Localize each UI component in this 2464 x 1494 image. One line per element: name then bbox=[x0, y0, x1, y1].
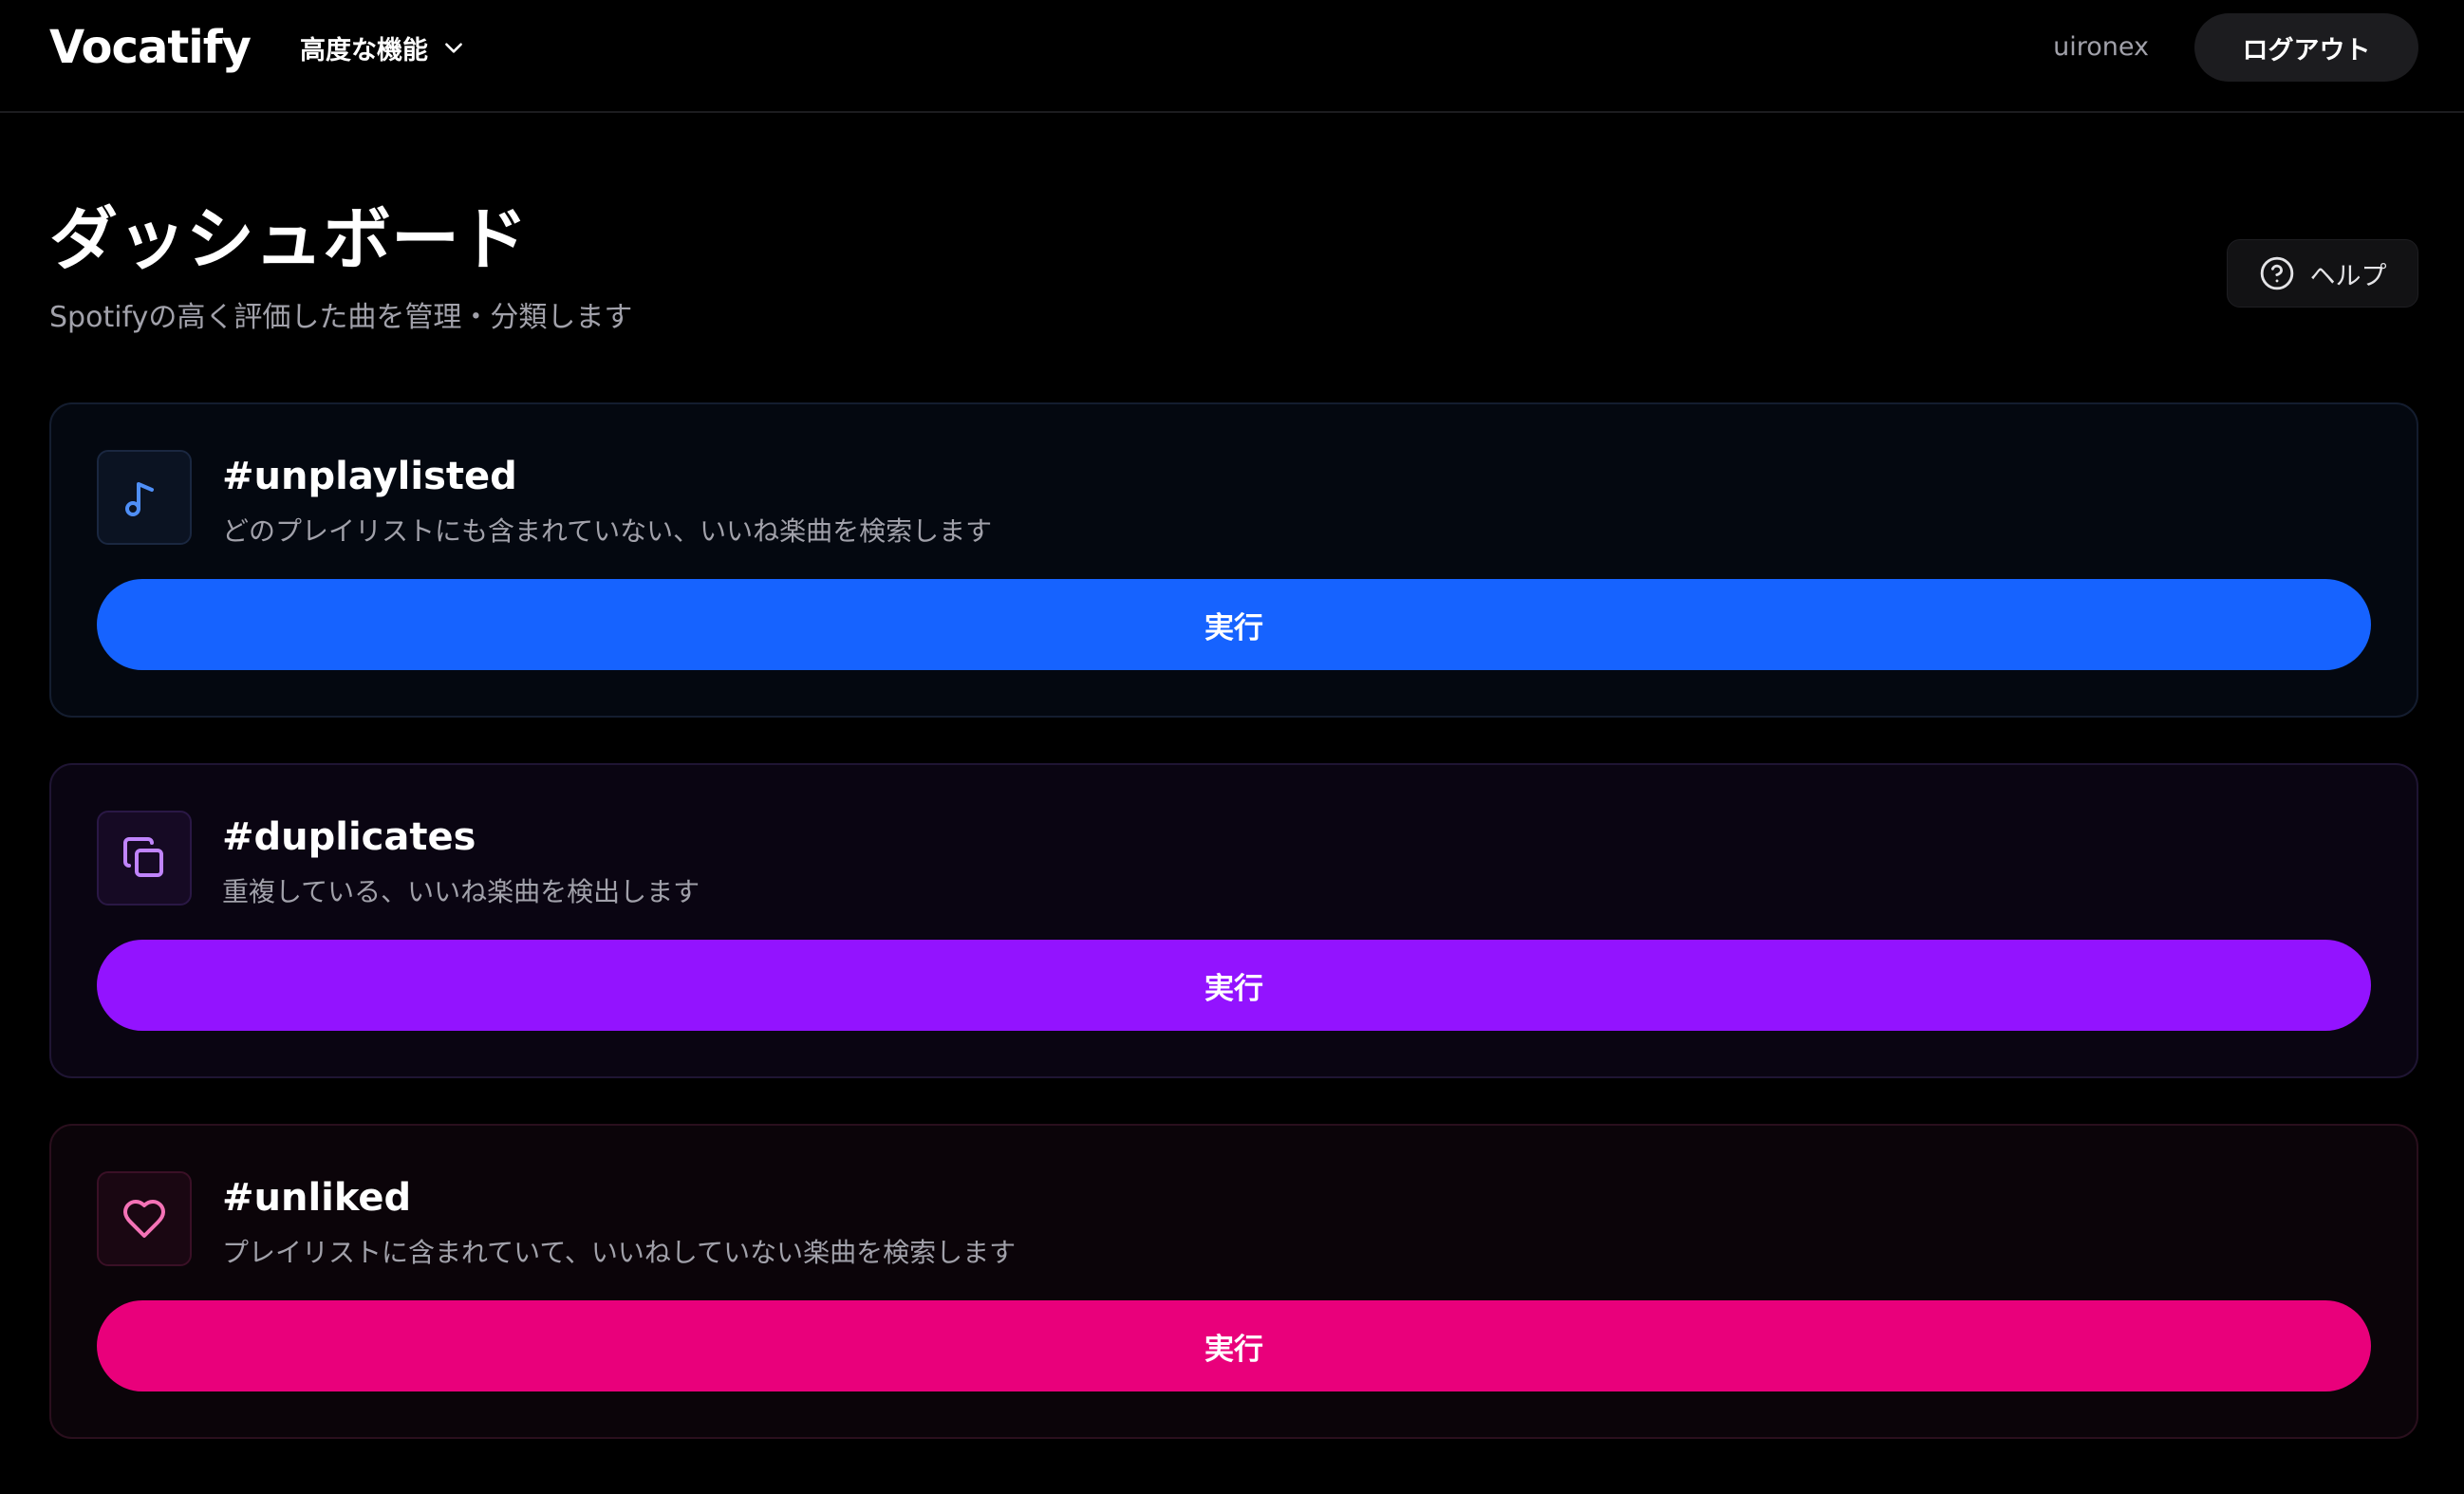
duplicates-card: #duplicates 重複している、いいね楽曲を検出します 実行 bbox=[49, 763, 2418, 1078]
unliked-card: #unliked プレイリストに含まれていて、いいねしていない楽曲を検索します … bbox=[49, 1124, 2418, 1439]
unplaylisted-card: #unplaylisted どのプレイリストにも含まれていない、いいね楽曲を検索… bbox=[49, 402, 2418, 718]
username-label: uironex bbox=[2053, 32, 2149, 62]
page-title: ダッシュボード bbox=[49, 199, 529, 279]
copy-icon bbox=[123, 837, 163, 877]
duplicates-icon-box bbox=[97, 811, 192, 906]
help-label: ヘルプ bbox=[2309, 261, 2387, 290]
unliked-title: #unliked bbox=[222, 1176, 412, 1220]
unplaylisted-title: #unplaylisted bbox=[222, 455, 517, 498]
app-logo[interactable]: Vocatify bbox=[49, 17, 252, 78]
page-subtitle: Spotifyの高く評価した曲を管理・分類します bbox=[49, 301, 633, 334]
run-unplaylisted-button[interactable]: 実行 bbox=[97, 579, 2371, 670]
advanced-features-dropdown[interactable]: 高度な機能 bbox=[300, 27, 466, 68]
unliked-description: プレイリストに含まれていて、いいねしていない楽曲を検索します bbox=[222, 1237, 1017, 1268]
run-unliked-button[interactable]: 実行 bbox=[97, 1300, 2371, 1391]
unplaylisted-icon-box bbox=[97, 450, 192, 545]
duplicates-description: 重複している、いいね楽曲を検出します bbox=[222, 876, 700, 907]
music-note-icon bbox=[125, 482, 154, 516]
question-circle-icon bbox=[2260, 256, 2293, 290]
chevron-down-icon bbox=[445, 43, 462, 53]
top-navbar: Vocatify 高度な機能 uironex ログアウト bbox=[0, 0, 2464, 113]
unplaylisted-description: どのプレイリストにも含まれていない、いいね楽曲を検索します bbox=[222, 515, 993, 547]
logout-button[interactable]: ログアウト bbox=[2194, 13, 2418, 82]
unliked-icon-box bbox=[97, 1171, 192, 1266]
advanced-features-label: 高度な機能 bbox=[300, 35, 428, 65]
run-duplicates-button[interactable]: 実行 bbox=[97, 940, 2371, 1031]
duplicates-title: #duplicates bbox=[222, 815, 476, 859]
heart-icon bbox=[123, 1200, 165, 1238]
help-button[interactable]: ヘルプ bbox=[2227, 239, 2418, 308]
